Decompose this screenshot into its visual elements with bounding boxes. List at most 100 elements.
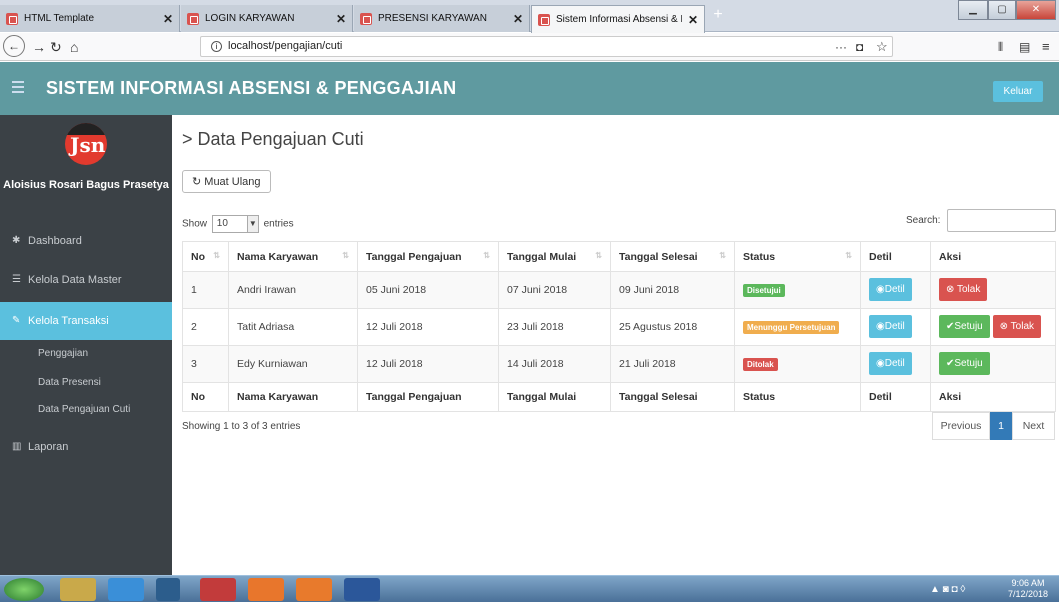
app-header: SISTEM INFORMASI ABSENSI & PENGGAJIAN Ke…: [0, 62, 1059, 115]
xampp-icon[interactable]: [296, 578, 332, 601]
sidebar-item-label: Kelola Transaksi: [28, 315, 109, 327]
sort-icon: ⇅: [595, 250, 602, 260]
column-header-detil: Detil: [860, 241, 931, 272]
forward-icon[interactable]: →: [32, 37, 46, 57]
pagination-next[interactable]: Next: [1012, 412, 1055, 440]
cell-detil: ◉Detil: [860, 345, 931, 383]
app-icon[interactable]: [200, 578, 236, 601]
cell-tanggal-selesai: 21 Juli 2018: [610, 345, 735, 383]
pagination-previous[interactable]: Previous: [932, 412, 990, 440]
approve-button[interactable]: ✔Setuju: [939, 352, 990, 375]
close-icon[interactable]: ✕: [688, 13, 698, 27]
eye-icon: ◉: [876, 321, 885, 332]
column-header-tanggal-pengajuan[interactable]: Tanggal Pengajuan ⇅: [357, 241, 499, 272]
browser-nav-bar: ← → ↻ ⌂ i localhost/pengajian/cuti ··· ◘ …: [0, 33, 1059, 61]
company-logo: Jsn: [65, 123, 107, 165]
clock-time: 9:06 AM: [1011, 578, 1045, 588]
approve-button[interactable]: ✔Setuju: [939, 315, 990, 338]
cell-no: 1: [182, 271, 229, 309]
detail-button[interactable]: ◉Detil: [869, 278, 912, 301]
cell-nama: Edy Kurniawan: [228, 345, 358, 383]
bookmark-star-icon[interactable]: ☆: [876, 37, 888, 57]
explorer-icon[interactable]: [60, 578, 96, 601]
dashboard-icon: ✱: [12, 235, 21, 246]
favicon-icon: [538, 13, 550, 26]
close-icon[interactable]: ✕: [336, 12, 346, 26]
logout-button[interactable]: Keluar: [993, 81, 1043, 102]
column-header-tanggal-selesai[interactable]: Tanggal Selesai ⇅: [610, 241, 735, 272]
tab-presensi-karyawan[interactable]: PRESENSI KARYAWAN ✕: [354, 5, 530, 32]
search-label: Search:: [906, 215, 941, 226]
hamburger-icon[interactable]: [12, 81, 24, 93]
x-circle-icon: ⊗: [999, 321, 1009, 332]
sidebar-subitem-data-pengajuan-cuti[interactable]: Data Pengajuan Cuti: [38, 404, 130, 415]
detail-button[interactable]: ◉Detil: [869, 352, 912, 375]
column-header-nama[interactable]: Nama Karyawan ⇅: [228, 241, 358, 272]
tab-label: HTML Template: [24, 13, 95, 24]
tab-label: PRESENSI KARYAWAN: [378, 13, 487, 24]
menu-icon[interactable]: ≡: [1042, 37, 1050, 57]
detail-button[interactable]: ◉Detil: [869, 315, 912, 338]
page-title: > Data Pengajuan Cuti: [182, 129, 364, 149]
word-icon[interactable]: [344, 578, 380, 601]
search-input[interactable]: [947, 209, 1056, 232]
sidebar-item-dashboard[interactable]: ✱ Dashboard: [0, 222, 172, 260]
clock-date: 7/12/2018: [1008, 589, 1049, 599]
reject-button[interactable]: ⊗ Tolak: [939, 278, 988, 301]
cell-nama: Andri Irawan: [228, 271, 358, 309]
pocket-icon[interactable]: ◘: [856, 37, 863, 57]
close-icon[interactable]: ✕: [513, 12, 523, 26]
pagination-page-1[interactable]: 1: [990, 412, 1012, 440]
tab-label: Sistem Informasi Absensi & Pen: [556, 14, 682, 25]
reload-button[interactable]: ↻ Muat Ulang: [182, 170, 271, 193]
start-button[interactable]: [4, 578, 44, 601]
column-header-tanggal-mulai[interactable]: Tanggal Mulai ⇅: [498, 241, 611, 272]
url-bar[interactable]: i localhost/pengajian/cuti: [200, 36, 893, 57]
entries-select[interactable]: 10 ▼: [211, 215, 259, 233]
firefox-icon[interactable]: [248, 578, 284, 601]
column-header-no[interactable]: No ⇅: [182, 241, 229, 272]
footer-tanggal-selesai: Tanggal Selesai: [610, 382, 735, 412]
system-tray-icons[interactable]: ▲ ◙ ◘ ◊: [930, 578, 1000, 601]
maximize-button[interactable]: ▢: [988, 0, 1016, 20]
reject-button[interactable]: ⊗ Tolak: [992, 315, 1042, 338]
browser-tab-bar: HTML Template ✕ LOGIN KARYAWAN ✕ PRESENS…: [0, 0, 1059, 33]
cell-detil: ◉Detil: [860, 271, 931, 309]
column-header-status[interactable]: Status ⇅: [734, 241, 861, 272]
sidebar-subitem-data-presensi[interactable]: Data Presensi: [38, 377, 101, 388]
sidebar-toggle-icon[interactable]: ▤: [1019, 37, 1030, 57]
media-player-icon[interactable]: [156, 578, 180, 601]
cell-tanggal-pengajuan: 12 Juli 2018: [357, 308, 499, 346]
table-header-row: No ⇅ Nama Karyawan ⇅ Tanggal Pengajuan ⇅ Ta…: [182, 241, 1056, 272]
leave-requests-table: No ⇅ Nama Karyawan ⇅ Tanggal Pengajuan ⇅ Ta…: [182, 241, 1056, 412]
close-window-button[interactable]: ✕: [1016, 0, 1056, 20]
home-icon[interactable]: ⌂: [70, 37, 78, 57]
internet-explorer-icon[interactable]: [108, 578, 144, 601]
sidebar-item-kelola-transaksi[interactable]: ✎ Kelola Transaksi: [0, 302, 172, 340]
tab-sistem-informasi[interactable]: Sistem Informasi Absensi & Pen ✕: [531, 5, 705, 33]
back-icon[interactable]: ←: [3, 35, 25, 57]
sidebar-subitem-penggajian[interactable]: Penggajian: [38, 348, 88, 359]
eye-icon: ◉: [876, 358, 885, 369]
more-icon[interactable]: ···: [835, 37, 847, 57]
favicon-icon: [360, 12, 372, 25]
sort-icon: ⇅: [213, 250, 220, 260]
sidebar: Jsn Aloisius Rosari Bagus Prasetya ✱ Dash…: [0, 115, 172, 575]
sidebar-item-laporan[interactable]: ▥ Laporan: [0, 428, 172, 466]
new-tab-button[interactable]: +: [710, 7, 726, 23]
taskbar-clock[interactable]: 9:06 AM 7/12/2018: [1008, 578, 1048, 600]
list-icon: ☰: [12, 274, 21, 285]
tab-html-template[interactable]: HTML Template ✕: [0, 5, 180, 32]
reload-icon[interactable]: ↻: [50, 37, 62, 57]
sort-icon: ⇅: [342, 250, 349, 260]
url-text: localhost/pengajian/cuti: [228, 40, 343, 52]
sidebar-item-kelola-data-master[interactable]: ☰ Kelola Data Master: [0, 261, 172, 299]
tab-login-karyawan[interactable]: LOGIN KARYAWAN ✕: [181, 5, 353, 32]
sort-icon: ⇅: [483, 250, 490, 260]
minimize-button[interactable]: ▁: [958, 0, 988, 20]
close-icon[interactable]: ✕: [163, 12, 173, 26]
footer-nama: Nama Karyawan: [228, 382, 358, 412]
info-icon[interactable]: i: [211, 40, 222, 52]
cell-tanggal-mulai: 23 Juli 2018: [498, 308, 611, 346]
library-icon[interactable]: ⫴: [998, 37, 1003, 57]
